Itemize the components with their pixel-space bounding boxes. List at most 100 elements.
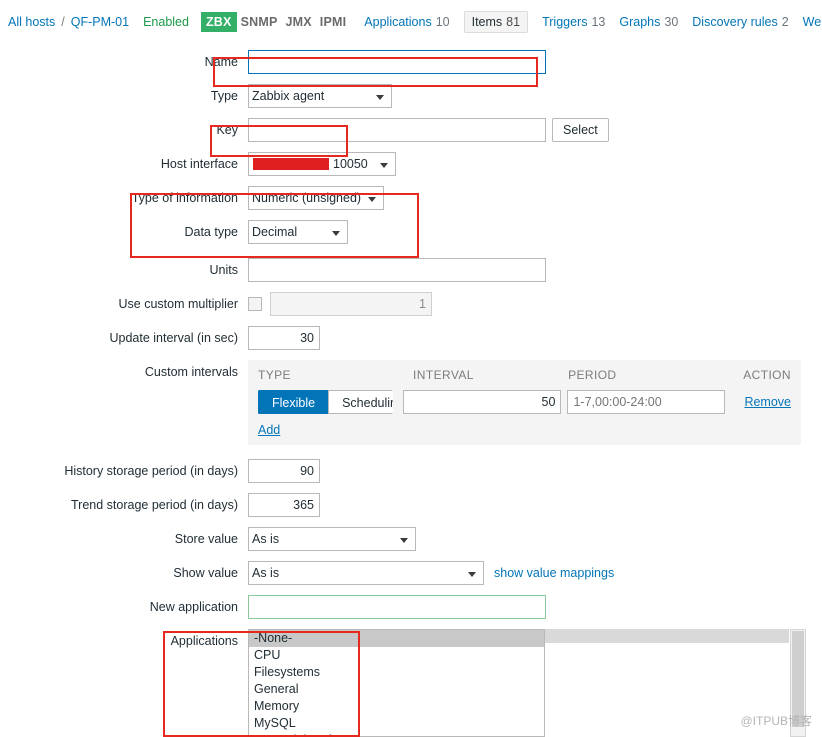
interval-add-link[interactable]: Add <box>258 423 280 437</box>
row-key: Key Select <box>0 118 822 142</box>
field-trend-storage <box>248 493 822 517</box>
row-use-custom-multiplier: Use custom multiplier <box>0 292 822 316</box>
protocol-zbx[interactable]: ZBX <box>200 12 237 32</box>
host-interface-select[interactable]: 10050 <box>248 152 396 176</box>
row-applications: Applications -None- CPU Filesystems Gene… <box>0 629 822 737</box>
header-interval: INTERVAL <box>413 368 474 382</box>
applications-listbox[interactable]: -None- CPU Filesystems General Memory My… <box>248 629 545 737</box>
label-type-of-information: Type of information <box>131 191 238 205</box>
use-custom-multiplier-checkbox[interactable] <box>248 297 262 311</box>
data-type-select[interactable]: Decimal <box>248 220 348 244</box>
type-select-wrap: Zabbix agent <box>248 84 392 108</box>
field-use-custom-multiplier <box>248 292 822 316</box>
label-trend-storage: Trend storage period (in days) <box>71 498 238 512</box>
host-interface-port: 10050 <box>333 157 368 171</box>
interval-type-flexible[interactable]: Flexible <box>258 390 329 414</box>
label-show-value: Show value <box>173 566 238 580</box>
application-option-network-interfaces[interactable]: Network interfaces <box>249 732 544 736</box>
row-new-application: New application <box>0 595 822 619</box>
row-data-type: Data type Decimal <box>0 220 822 244</box>
protocol-snmp[interactable]: SNMP <box>237 13 282 31</box>
protocol-jmx[interactable]: JMX <box>281 13 315 31</box>
nav-applications[interactable]: Applications 10 <box>364 15 449 29</box>
units-input[interactable] <box>248 258 546 282</box>
nav-triggers[interactable]: Triggers 13 <box>542 15 605 29</box>
applications-container: -None- CPU Filesystems General Memory My… <box>248 629 806 737</box>
interval-type-toggle[interactable]: Flexible Scheduling <box>258 390 394 414</box>
store-value-select[interactable]: As is <box>248 527 416 551</box>
nav-triggers-label: Triggers <box>542 15 588 29</box>
custom-intervals-header: TYPE INTERVAL PERIOD ACTION <box>258 368 791 382</box>
application-option-filesystems[interactable]: Filesystems <box>249 664 544 681</box>
type-of-information-select-wrap: Numeric (unsigned) <box>248 186 384 210</box>
interval-period-input[interactable] <box>567 390 726 414</box>
new-application-input[interactable] <box>248 595 546 619</box>
protocol-ipmi[interactable]: IPMI <box>316 13 351 31</box>
label-name: Name <box>204 55 238 69</box>
field-show-value: As is show value mappings <box>248 561 822 585</box>
applications-top-strip <box>545 629 789 643</box>
nav-applications-label: Applications <box>364 15 432 29</box>
history-storage-input[interactable] <box>248 459 320 483</box>
nav-discovery-rules[interactable]: Discovery rules 2 <box>692 15 788 29</box>
interval-type-scheduling[interactable]: Scheduling <box>328 390 394 414</box>
label-host-interface: Host interface <box>160 157 238 171</box>
label-type: Type <box>210 89 238 103</box>
row-trend-storage: Trend storage period (in days) <box>0 493 822 517</box>
field-new-application <box>248 595 822 619</box>
label-use-custom-multiplier: Use custom multiplier <box>118 297 238 311</box>
row-host-interface: Host interface 10050 <box>0 152 822 176</box>
field-history-storage <box>248 459 822 483</box>
nav-items-label: Items <box>471 15 503 29</box>
field-applications: -None- CPU Filesystems General Memory My… <box>248 629 822 737</box>
nav-graphs[interactable]: Graphs 30 <box>619 15 678 29</box>
header-type: TYPE <box>258 368 291 382</box>
application-option-general[interactable]: General <box>249 681 544 698</box>
field-data-type: Decimal <box>248 220 822 244</box>
data-type-select-wrap: Decimal <box>248 220 348 244</box>
label-store-value: Store value <box>174 532 238 546</box>
interval-value-input[interactable] <box>403 390 562 414</box>
breadcrumb-all-hosts[interactable]: All hosts <box>8 15 55 29</box>
name-input[interactable] <box>248 50 546 74</box>
interval-remove-link[interactable]: Remove <box>744 395 791 409</box>
field-type-of-information: Numeric (unsigned) <box>248 186 822 210</box>
field-custom-intervals: TYPE INTERVAL PERIOD ACTION Flexible Sch… <box>248 360 822 445</box>
store-value-select-wrap: As is <box>248 527 416 551</box>
type-select[interactable]: Zabbix agent <box>248 84 392 108</box>
nav-items[interactable]: Items 81 <box>463 11 529 33</box>
label-key: Key <box>216 123 238 137</box>
type-of-information-select[interactable]: Numeric (unsigned) <box>248 186 384 210</box>
row-update-interval: Update interval (in sec) <box>0 326 822 350</box>
field-units <box>248 258 822 282</box>
application-option-none[interactable]: -None- <box>249 630 544 647</box>
field-name <box>248 50 822 74</box>
show-value-select[interactable]: As is <box>248 561 484 585</box>
protocol-group: ZBX SNMP JMX IPMI <box>200 12 351 32</box>
custom-multiplier-input[interactable] <box>270 292 432 316</box>
key-input[interactable] <box>248 118 546 142</box>
key-select-button[interactable]: Select <box>552 118 609 142</box>
label-new-application: New application <box>149 600 238 614</box>
nav-web[interactable]: Web <box>803 15 822 29</box>
application-option-mysql[interactable]: MySQL <box>249 715 544 732</box>
label-custom-intervals: Custom intervals <box>144 365 238 379</box>
application-option-cpu[interactable]: CPU <box>249 647 544 664</box>
breadcrumb-host[interactable]: QF-PM-01 <box>71 15 129 29</box>
watermark: @ITPUB博客 <box>740 714 812 728</box>
custom-intervals-table: TYPE INTERVAL PERIOD ACTION Flexible Sch… <box>248 360 801 445</box>
application-option-memory[interactable]: Memory <box>249 698 544 715</box>
show-value-select-wrap: As is <box>248 561 484 585</box>
nav-applications-count: 10 <box>435 15 450 29</box>
host-status[interactable]: Enabled <box>143 15 189 29</box>
field-host-interface: 10050 <box>248 152 822 176</box>
breadcrumb-bar: All hosts / QF-PM-01 Enabled ZBX SNMP JM… <box>0 0 822 44</box>
nav-triggers-count: 13 <box>591 15 606 29</box>
nav-discovery-label: Discovery rules <box>692 15 778 29</box>
show-value-mappings-link[interactable]: show value mappings <box>494 566 614 580</box>
host-ip-redacted <box>253 158 329 170</box>
trend-storage-input[interactable] <box>248 493 320 517</box>
item-form: Name Type Zabbix agent Key Select Host i… <box>0 50 822 737</box>
update-interval-input[interactable] <box>248 326 320 350</box>
nav-discovery-count: 2 <box>781 15 789 29</box>
